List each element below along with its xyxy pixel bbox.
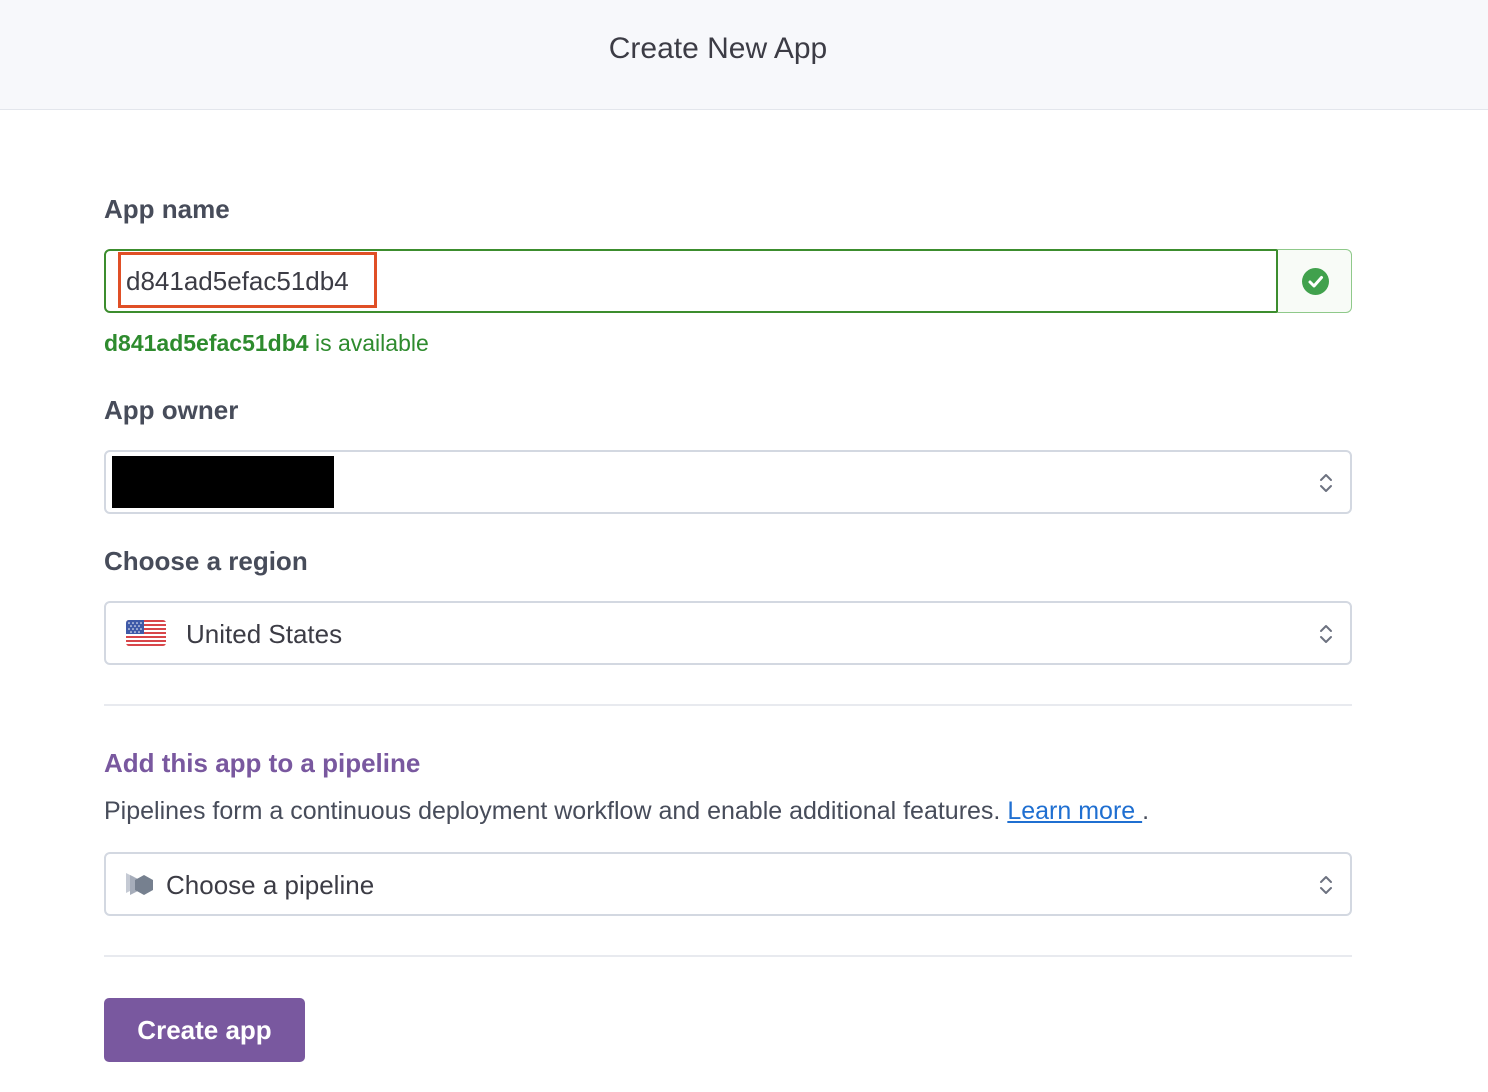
app-owner-select[interactable] <box>104 450 1352 514</box>
check-circle-icon <box>1302 268 1329 295</box>
region-select[interactable]: United States <box>104 601 1352 665</box>
app-owner-label: App owner <box>104 395 239 425</box>
redacted-owner-value <box>112 456 334 508</box>
learn-more-link[interactable]: Learn more <box>1007 797 1142 825</box>
pipeline-description-text: Pipelines form a continuous deployment w… <box>104 797 1001 825</box>
pipeline-placeholder: Choose a pipeline <box>166 870 375 900</box>
section-divider <box>104 704 1352 706</box>
create-app-button[interactable]: Create app <box>104 998 305 1062</box>
us-flag-icon <box>126 620 166 646</box>
chevron-up-down-icon <box>1320 876 1332 894</box>
app-name-label: App name <box>104 194 230 224</box>
availability-message: d841ad5efac51db4 is available <box>104 330 429 357</box>
region-selected-value: United States <box>186 619 343 649</box>
availability-app-name: d841ad5efac51db4 <box>104 330 309 356</box>
chevron-up-down-icon <box>1320 474 1332 492</box>
page-title: Create New App <box>608 32 828 65</box>
pipeline-description-trailing: . <box>1142 797 1150 825</box>
region-label: Choose a region <box>104 546 308 576</box>
chevron-up-down-icon <box>1320 625 1332 643</box>
app-name-status-addon <box>1276 249 1352 313</box>
annotation-highlight-box <box>118 252 377 308</box>
page-header: Create New App <box>0 0 1488 110</box>
pipeline-description: Pipelines form a continuous deployment w… <box>104 797 1149 826</box>
availability-suffix: is available <box>308 330 429 356</box>
pipeline-select[interactable]: Choose a pipeline <box>104 852 1352 916</box>
pipeline-section-title: Add this app to a pipeline <box>104 748 421 778</box>
section-divider <box>104 955 1352 957</box>
pipeline-icon <box>126 873 153 895</box>
